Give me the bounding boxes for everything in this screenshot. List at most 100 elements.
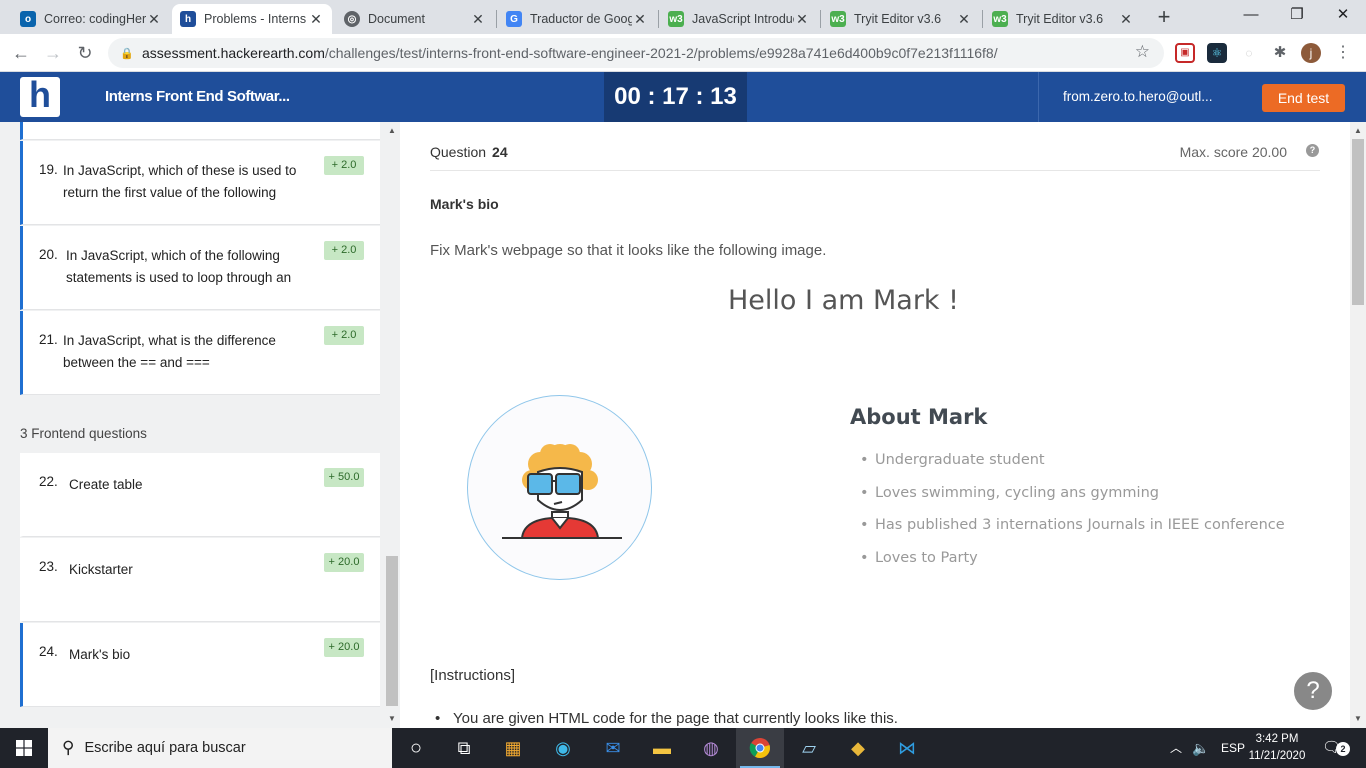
browser-menu-icon[interactable]: ⋮ bbox=[1333, 43, 1353, 63]
extensions-puzzle-icon[interactable]: ✱ bbox=[1270, 43, 1290, 63]
question-label-text: Question bbox=[430, 144, 487, 160]
minimize-button[interactable]: — bbox=[1228, 0, 1274, 30]
cortana-icon[interactable]: ○ bbox=[392, 728, 440, 768]
bookmark-star-icon[interactable]: ☆ bbox=[1135, 42, 1150, 62]
app-notebook-icon[interactable]: ▱ bbox=[785, 728, 833, 768]
close-icon[interactable]: ✕ bbox=[308, 11, 324, 28]
close-icon[interactable]: ✕ bbox=[146, 11, 162, 28]
help-button[interactable]: ? bbox=[1292, 670, 1334, 712]
extension-circle-icon[interactable]: ◌ bbox=[1239, 43, 1259, 63]
chevron-up-icon[interactable]: ︿ bbox=[1170, 728, 1182, 768]
tab-title: Traductor de Goog bbox=[530, 12, 632, 26]
close-icon[interactable]: ✕ bbox=[1118, 11, 1134, 28]
clock-time: 3:42 PM bbox=[1255, 733, 1299, 745]
section-heading: 3 Frontend questions bbox=[20, 426, 147, 441]
browser-tab-strip: o Correo: codingHer ✕ h Problems - Inter… bbox=[0, 0, 1366, 34]
search-icon: ⚲ bbox=[62, 738, 75, 757]
taskbar-search-input[interactable]: ⚲ Escribe aquí para buscar bbox=[48, 728, 392, 768]
question-item-19[interactable]: 19. In JavaScript, which of these is use… bbox=[20, 141, 380, 225]
scrollbar-thumb[interactable] bbox=[1352, 139, 1364, 305]
tab-title: Correo: codingHer bbox=[44, 12, 146, 26]
chrome-icon[interactable] bbox=[736, 728, 784, 768]
reload-icon[interactable]: ↻ bbox=[72, 40, 98, 66]
task-view-icon[interactable]: ⧉ bbox=[440, 728, 488, 768]
divider bbox=[430, 170, 1320, 171]
address-bar[interactable]: 🔒 assessment.hackerearth.com/challenges/… bbox=[108, 38, 1164, 68]
language-indicator[interactable]: ESP bbox=[1221, 728, 1245, 768]
scroll-down-arrow-icon[interactable]: ▼ bbox=[384, 714, 400, 723]
list-item: • Has published 3 internations Journals i… bbox=[860, 517, 1285, 550]
bullet-icon: • bbox=[860, 549, 869, 566]
bullet-icon: • bbox=[860, 484, 869, 501]
vscode-icon[interactable]: ⋈ bbox=[883, 728, 931, 768]
tab-problems-interns[interactable]: h Problems - Interns ✕ bbox=[172, 4, 332, 34]
bio-item-text: Has published 3 internations Journals in… bbox=[875, 517, 1285, 533]
question-item-23[interactable]: 23. Kickstarter + 20.0 bbox=[20, 538, 380, 622]
user-email[interactable]: from.zero.to.hero@outl... bbox=[1038, 72, 1236, 122]
window-close-button[interactable]: ✕ bbox=[1320, 0, 1366, 30]
close-icon[interactable]: ✕ bbox=[956, 11, 972, 28]
edge-icon[interactable]: ◉ bbox=[539, 728, 587, 768]
tab-outlook[interactable]: o Correo: codingHer ✕ bbox=[12, 4, 170, 34]
forward-arrow-icon[interactable]: → bbox=[40, 40, 66, 66]
profile-avatar[interactable]: j bbox=[1301, 43, 1321, 63]
help-icon[interactable]: ? bbox=[1306, 144, 1319, 157]
notification-count-badge: 2 bbox=[1336, 742, 1350, 756]
question-item-21[interactable]: 21. In JavaScript, what is the differenc… bbox=[20, 311, 380, 395]
google-translate-icon: G bbox=[506, 11, 522, 27]
outlook-icon: o bbox=[20, 11, 36, 27]
instruction-item: • You are given HTML code for the page th… bbox=[435, 710, 898, 727]
scrollbar-thumb[interactable] bbox=[386, 556, 398, 706]
close-icon[interactable]: ✕ bbox=[794, 11, 810, 28]
app-header: h Interns Front End Softwar... 00 : 17 :… bbox=[0, 72, 1366, 122]
tab-javascript-intro[interactable]: w3 JavaScript Introduc ✕ bbox=[660, 4, 818, 34]
about-heading: About Mark bbox=[850, 405, 988, 429]
windows-start-icon[interactable] bbox=[0, 728, 48, 768]
list-item[interactable] bbox=[20, 122, 380, 140]
test-name: Interns Front End Softwar... bbox=[105, 88, 290, 105]
close-icon[interactable]: ✕ bbox=[632, 11, 648, 28]
question-number: 21. bbox=[39, 332, 58, 347]
app-swirl-icon[interactable]: ◍ bbox=[687, 728, 735, 768]
microsoft-store-icon[interactable]: ▦ bbox=[489, 728, 537, 768]
question-number: 24. bbox=[39, 644, 58, 659]
file-explorer-icon[interactable]: ▬ bbox=[638, 728, 686, 768]
tab-google-translate[interactable]: G Traductor de Goog ✕ bbox=[498, 4, 656, 34]
instructions-heading: [Instructions] bbox=[430, 667, 516, 684]
extension-shield-icon[interactable]: ▣ bbox=[1175, 43, 1195, 63]
question-content: Question 24 Max. score 20.00 ? Mark's bio… bbox=[400, 122, 1350, 728]
tab-tryit-editor-2[interactable]: w3 Tryit Editor v3.6 ✕ bbox=[984, 4, 1142, 34]
question-title: Mark's bio bbox=[430, 196, 499, 212]
question-description: Fix Mark's webpage so that it looks like… bbox=[430, 242, 827, 259]
react-devtools-icon[interactable]: ⚛ bbox=[1207, 43, 1227, 63]
clock[interactable]: 3:42 PM 11/21/2020 bbox=[1246, 731, 1308, 765]
question-item-20[interactable]: 20. In JavaScript, which of the followin… bbox=[20, 226, 380, 310]
scroll-down-arrow-icon[interactable]: ▼ bbox=[1350, 714, 1366, 723]
question-list-panel: 19. In JavaScript, which of these is use… bbox=[0, 122, 400, 728]
restore-button[interactable]: ❐ bbox=[1274, 0, 1320, 30]
url-path: /challenges/test/interns-front-end-softw… bbox=[324, 45, 998, 61]
end-test-button[interactable]: End test bbox=[1262, 84, 1345, 112]
new-tab-button[interactable]: + bbox=[1150, 4, 1178, 30]
tab-document[interactable]: ◎ Document ✕ bbox=[336, 4, 494, 34]
tab-tryit-editor-1[interactable]: w3 Tryit Editor v3.6 ✕ bbox=[822, 4, 980, 34]
scroll-up-arrow-icon[interactable]: ▲ bbox=[384, 126, 400, 135]
bio-item-text: Loves swimming, cycling ans gymming bbox=[875, 484, 1159, 501]
clock-date: 11/21/2020 bbox=[1248, 750, 1306, 762]
w3schools-icon: w3 bbox=[830, 11, 846, 27]
question-text: In JavaScript, what is the difference be… bbox=[63, 333, 276, 370]
sidebar-scrollbar[interactable]: ▲ ▼ bbox=[384, 122, 400, 728]
bio-list: • Undergraduate student • Loves swimming, … bbox=[860, 452, 1285, 582]
close-icon[interactable]: ✕ bbox=[470, 11, 486, 28]
mail-icon[interactable]: ✉ bbox=[589, 728, 637, 768]
tab-separator bbox=[820, 10, 821, 28]
hackerearth-logo[interactable]: h bbox=[20, 77, 60, 117]
content-scrollbar[interactable]: ▲ ▼ bbox=[1350, 122, 1366, 728]
volume-icon[interactable]: 🔈 bbox=[1192, 728, 1209, 768]
app-diamond-icon[interactable]: ◆ bbox=[834, 728, 882, 768]
scroll-up-arrow-icon[interactable]: ▲ bbox=[1350, 126, 1366, 135]
back-arrow-icon[interactable]: ← bbox=[8, 40, 34, 66]
question-item-22[interactable]: 22. Create table + 50.0 bbox=[20, 453, 380, 537]
question-item-24-active[interactable]: 24. Mark's bio + 20.0 bbox=[20, 623, 380, 707]
question-number: 23. bbox=[39, 559, 58, 574]
